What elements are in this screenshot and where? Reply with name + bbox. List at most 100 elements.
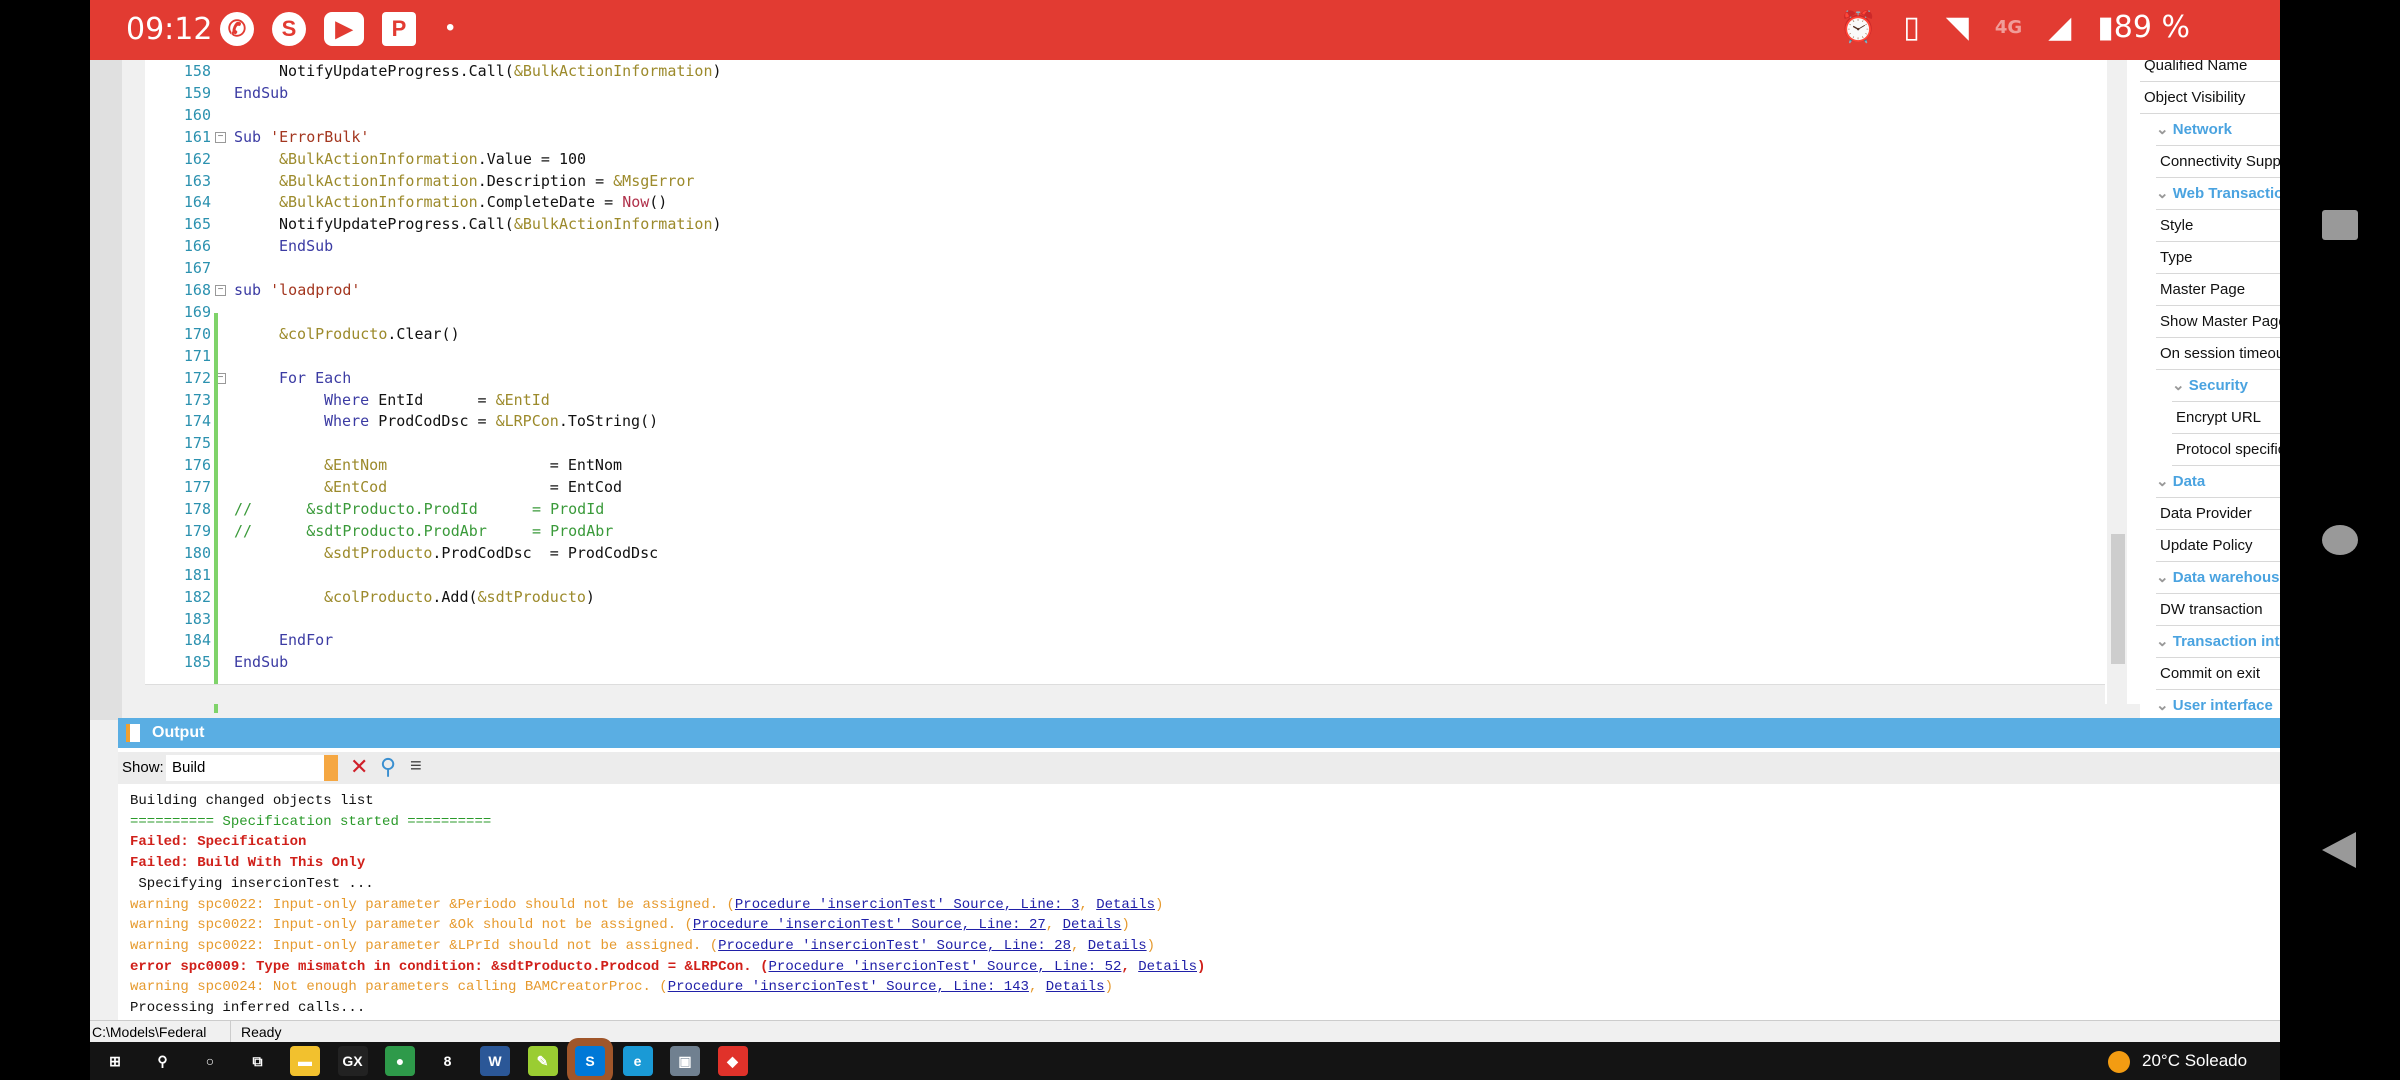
search-icon[interactable]: ⚲ <box>148 1046 178 1076</box>
genexus-icon[interactable]: GX <box>337 1046 368 1076</box>
output-line: Processing inferred calls... <box>130 998 365 1018</box>
chrome-icon[interactable]: ● <box>385 1046 415 1076</box>
code-text: &EntNom = EntNom <box>324 454 622 476</box>
clear-icon[interactable]: ✕ <box>350 754 368 780</box>
property-row[interactable]: Connectivity Support <box>2156 146 2280 178</box>
fold-toggle-icon[interactable]: − <box>215 131 226 143</box>
line-number: 183 <box>183 609 211 628</box>
back-button[interactable] <box>2322 832 2356 868</box>
home-button[interactable] <box>2322 525 2358 555</box>
code-text: For Each <box>279 367 351 389</box>
property-row[interactable]: Object Visibility <box>2140 82 2280 114</box>
property-row[interactable]: ⌄ Network <box>2156 114 2280 146</box>
screen-recorder-icon[interactable]: ◆ <box>717 1046 748 1076</box>
cortana-icon[interactable]: ○ <box>195 1046 225 1076</box>
battery-icon: ▮ <box>2097 10 2114 45</box>
property-label: Commit on exit <box>2160 665 2261 682</box>
property-label: Object Visibility <box>2144 89 2246 106</box>
output-link[interactable]: Details <box>1138 959 1197 975</box>
property-row[interactable]: ⌄ Transaction integrity <box>2156 626 2280 658</box>
output-link[interactable]: Procedure 'insercionTest' Source, Line: … <box>718 938 1071 954</box>
line-number: 158 <box>183 62 211 80</box>
youtube-icon: ▶ <box>324 12 364 46</box>
property-row[interactable]: Qualified Name <box>2140 60 2280 82</box>
app-8-icon[interactable]: 8 <box>433 1046 463 1076</box>
property-row[interactable]: Show Master Page <box>2156 306 2280 338</box>
property-row[interactable]: ⌄ Security <box>2172 370 2280 402</box>
code-token: &BulkActionInformation <box>279 171 478 190</box>
chevron-down-icon[interactable]: ⌄ <box>2172 377 2189 394</box>
line-number: 163 <box>183 171 211 190</box>
monitor-icon[interactable]: ▣ <box>670 1046 700 1076</box>
chevron-down-icon[interactable]: ⌄ <box>2156 697 2173 714</box>
property-row[interactable]: ⌄ Data warehouse <box>2156 562 2280 594</box>
find-icon[interactable]: ⚲ <box>380 754 396 780</box>
chevron-down-icon[interactable]: ⌄ <box>2156 473 2173 490</box>
chevron-down-icon[interactable]: ⌄ <box>2156 569 2173 586</box>
chevron-down-icon[interactable]: ⌄ <box>2156 633 2173 650</box>
chevron-down-icon[interactable]: ⌄ <box>2156 121 2173 138</box>
left-margin <box>90 60 122 720</box>
scroll-thumb[interactable] <box>2111 534 2125 664</box>
start-icon[interactable]: ⊞ <box>100 1046 130 1076</box>
line-number: 181 <box>183 565 211 584</box>
output-toolbar: Show: Build ✕ ⚲ ≡ <box>118 752 2280 784</box>
horizontal-scrollbar[interactable] <box>145 684 2105 704</box>
edge-icon[interactable]: e <box>622 1046 653 1076</box>
code-line: 170 &colProducto.Clear() <box>145 323 460 345</box>
code-token: NotifyUpdateProgress.Call( <box>279 62 514 80</box>
code-token: 'loadprod' <box>270 281 361 299</box>
recents-button[interactable] <box>2322 210 2358 240</box>
output-link[interactable]: Details <box>1063 917 1122 933</box>
property-label: User interface <box>2172 697 2273 714</box>
output-text: warning spc0022: Input-only parameter &O… <box>130 917 693 934</box>
output-link[interactable]: Procedure 'insercionTest' Source, Line: … <box>693 917 1046 933</box>
property-row[interactable]: Commit on exit <box>2156 658 2280 690</box>
property-row[interactable]: DW transaction <box>2156 594 2280 626</box>
line-number: 167 <box>183 259 211 278</box>
vertical-scrollbar[interactable] <box>2107 60 2127 704</box>
line-number: 184 <box>183 631 211 650</box>
property-label: Data <box>2172 473 2206 490</box>
code-token: .Clear() <box>387 324 460 343</box>
output-link[interactable]: Details <box>1096 897 1155 913</box>
property-row[interactable]: Encrypt URL <box>2172 402 2280 434</box>
output-text: , <box>1028 979 1046 996</box>
code-text: &BulkActionInformation.Description = &Ms… <box>279 170 694 192</box>
code-token: &EntId <box>495 390 550 409</box>
property-row[interactable]: Master Page <box>2156 274 2280 306</box>
weather-text[interactable]: 20°C Soleado <box>2142 1051 2247 1071</box>
output-link[interactable]: Procedure 'insercionTest' Source, Line: … <box>769 959 1122 975</box>
file-explorer-icon[interactable]: ▬ <box>290 1046 320 1076</box>
fold-toggle-icon[interactable]: − <box>215 285 226 296</box>
property-label: Style <box>2160 217 2194 234</box>
output-link[interactable]: Procedure 'insercionTest' Source, Line: … <box>735 897 1079 913</box>
code-line: 166 EndSub <box>145 235 333 257</box>
word-wrap-icon[interactable]: ≡ <box>410 755 422 778</box>
property-row[interactable]: Style <box>2156 210 2280 242</box>
property-row[interactable]: Data Provider <box>2156 498 2280 530</box>
task-view-icon[interactable]: ⧉ <box>243 1046 273 1076</box>
property-row[interactable]: ⌄ User interface <box>2156 690 2280 720</box>
property-row[interactable]: Protocol specification <box>2172 434 2280 466</box>
output-link[interactable]: Details <box>1046 979 1105 995</box>
property-row[interactable]: Type <box>2156 242 2280 274</box>
chevron-down-icon[interactable]: ⌄ <box>2156 185 2173 202</box>
show-dropdown[interactable]: Build <box>166 755 338 781</box>
line-number: 174 <box>183 412 211 431</box>
property-row[interactable]: ⌄ Data <box>2156 466 2280 498</box>
output-link[interactable]: Procedure 'insercionTest' Source, Line: … <box>668 979 1029 995</box>
code-editor[interactable]: 158 NotifyUpdateProgress.Call( &BulkAction… <box>145 60 2145 704</box>
property-label: Protocol specification <box>2176 441 2280 458</box>
code-token: ) <box>712 215 722 234</box>
output-link[interactable]: Details <box>1088 938 1147 954</box>
properties-panel: Qualified Name Object Visibility ⌄ Network… <box>2140 60 2280 720</box>
notepad-icon[interactable]: ✎ <box>527 1046 558 1076</box>
skype-icon[interactable]: S <box>575 1046 605 1076</box>
property-row[interactable]: Update Policy <box>2156 530 2280 562</box>
code-line: 162 &BulkActionInformation.Value = 100 <box>145 148 586 170</box>
word-icon[interactable]: W <box>480 1046 510 1076</box>
property-label: Data warehouse <box>2172 569 2280 586</box>
property-row[interactable]: On session timeout <box>2156 338 2280 370</box>
property-row[interactable]: ⌄ Web Transaction <box>2156 178 2280 210</box>
